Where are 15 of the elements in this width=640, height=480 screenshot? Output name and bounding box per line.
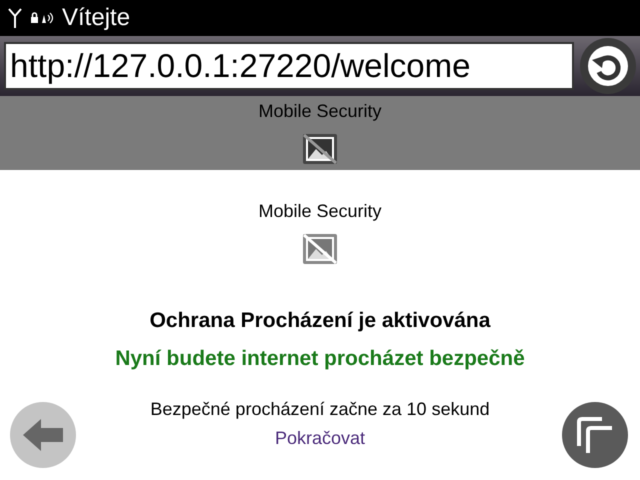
logo-title: Mobile Security [258,200,382,223]
subheading: Nyní budete internet procházet bezpečně [115,346,525,372]
back-arrow-icon [23,419,63,451]
broken-image-icon [302,233,338,265]
heading: Ochrana Procházení je aktivována [150,308,490,334]
countdown-text: Bezpečné procházení začne za 10 sekund [150,398,490,421]
signal-icon [8,7,22,29]
banner-title: Mobile Security [258,100,382,123]
window-title: Vítejte [62,3,130,33]
address-field[interactable]: http://127.0.0.1:27220/welcome [4,42,574,90]
reload-icon [586,44,630,88]
continue-link[interactable]: Pokračovat [274,425,366,452]
windows-icon [576,416,614,454]
broken-image-icon [302,133,338,165]
lock-antenna-icon [30,12,54,24]
